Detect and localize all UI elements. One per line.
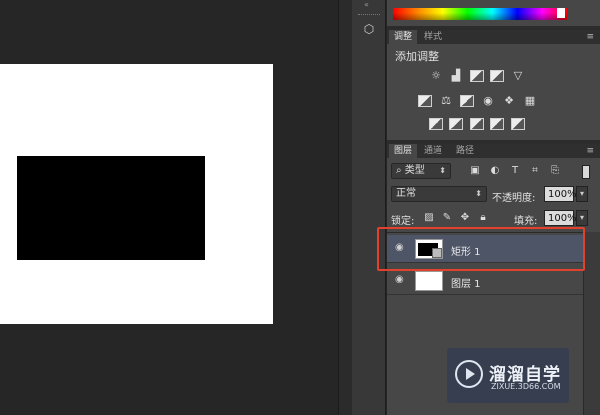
channel-mixer-icon[interactable]: ❖ <box>502 95 516 107</box>
gradient-map-icon[interactable] <box>511 118 525 130</box>
lock-label: 锁定: <box>391 216 415 227</box>
layer-filter-select[interactable]: ⌕ 类型 ⬍ <box>391 163 451 179</box>
filter-kind-value: 类型 <box>404 165 425 176</box>
opacity-input[interactable]: 100% <box>544 186 577 202</box>
tab-channels[interactable]: 通道 <box>419 144 447 158</box>
fill-input[interactable]: 100% <box>544 210 577 226</box>
3d-cube-icon[interactable]: ⬡ <box>360 22 378 38</box>
play-logo-icon <box>455 360 483 388</box>
collapsed-panel-column: « ⬡ <box>352 0 386 415</box>
threshold-icon[interactable] <box>470 118 484 130</box>
color-balance-icon[interactable]: ⚖ <box>439 95 453 107</box>
panel-dock-divider[interactable] <box>338 0 352 415</box>
filter-shape-icon[interactable]: ⌗ <box>529 165 541 177</box>
watermark-url: ZIXUE.3D66.COM <box>491 382 561 391</box>
curves-icon[interactable] <box>470 70 484 82</box>
photoshop-window: « ⬡ 调整 样式 ≡ 添加调整 ☼ ▟ ▽ ⚖ ◉ ❖ ▦ 图层 通道 路径 … <box>0 0 600 415</box>
hue-saturation-icon[interactable] <box>418 95 432 107</box>
selective-color-icon[interactable] <box>490 118 504 130</box>
posterize-icon[interactable] <box>449 118 463 130</box>
color-lookup-icon[interactable]: ▦ <box>523 95 537 107</box>
tab-layers[interactable]: 图层 <box>389 144 418 158</box>
lock-all-icon[interactable]: 🔒︎ <box>477 212 489 224</box>
add-adjustment-title: 添加调整 <box>395 50 439 63</box>
tab-paths[interactable]: 路径 <box>451 144 479 158</box>
black-rectangle-shape[interactable] <box>17 156 205 260</box>
opacity-label: 不透明度: <box>492 193 536 204</box>
layer-name: 图层 1 <box>451 279 481 290</box>
layers-scrollbar[interactable] <box>583 232 600 415</box>
layers-tabbar: 图层 通道 路径 ≡ <box>387 144 600 158</box>
black-white-icon[interactable] <box>460 95 474 107</box>
panel-grip[interactable] <box>358 14 380 16</box>
filter-pixel-icon[interactable]: ▣ <box>469 165 481 177</box>
opacity-dropdown-icon[interactable]: ▾ <box>576 186 588 202</box>
watermark: 溜溜自学 ZIXUE.3D66.COM <box>447 348 569 403</box>
chevron-updown-icon: ⬍ <box>475 189 482 198</box>
canvas-area[interactable] <box>0 0 338 415</box>
filter-type-icon[interactable]: T <box>509 165 521 177</box>
filter-adjustment-icon[interactable]: ◐ <box>489 165 501 177</box>
invert-icon[interactable] <box>429 118 443 130</box>
layer-row-layer1[interactable]: ◉ 图层 1 <box>387 267 583 295</box>
fill-dropdown-icon[interactable]: ▾ <box>576 210 588 226</box>
filter-toggle-switch[interactable] <box>582 165 590 179</box>
color-white-swatch[interactable] <box>557 8 565 18</box>
filter-smart-object-icon[interactable]: ⎘ <box>549 165 561 177</box>
panel-menu-icon[interactable]: ≡ <box>586 144 594 158</box>
search-icon: ⌕ <box>396 165 405 176</box>
tab-adjustments[interactable]: 调整 <box>389 30 418 44</box>
photo-filter-icon[interactable]: ◉ <box>481 95 495 107</box>
blend-mode-value: 正常 <box>396 188 416 199</box>
tab-styles[interactable]: 样式 <box>419 30 447 44</box>
collapse-arrow-icon[interactable]: « <box>364 0 369 9</box>
lock-transparency-icon[interactable]: ▨ <box>423 212 435 224</box>
layer-thumbnail <box>415 271 443 291</box>
vibrance-icon[interactable]: ▽ <box>511 70 525 82</box>
blend-mode-select[interactable]: 正常 ⬍ <box>391 186 487 202</box>
brightness-contrast-icon[interactable]: ☼ <box>429 70 443 82</box>
color-spectrum-bar[interactable] <box>393 8 567 20</box>
levels-icon[interactable]: ▟ <box>449 70 463 82</box>
chevron-updown-icon: ⬍ <box>439 166 446 175</box>
fill-label: 填充: <box>514 216 538 227</box>
selected-layer-highlight-box <box>377 227 585 271</box>
document-canvas[interactable] <box>0 64 273 324</box>
eye-icon[interactable]: ◉ <box>395 275 407 285</box>
adjustments-tabbar: 调整 样式 ≡ <box>387 30 600 44</box>
lock-position-icon[interactable]: ✥ <box>459 212 471 224</box>
exposure-icon[interactable] <box>490 70 504 82</box>
panel-menu-icon[interactable]: ≡ <box>586 30 594 44</box>
lock-paint-icon[interactable]: ✎ <box>441 212 453 224</box>
